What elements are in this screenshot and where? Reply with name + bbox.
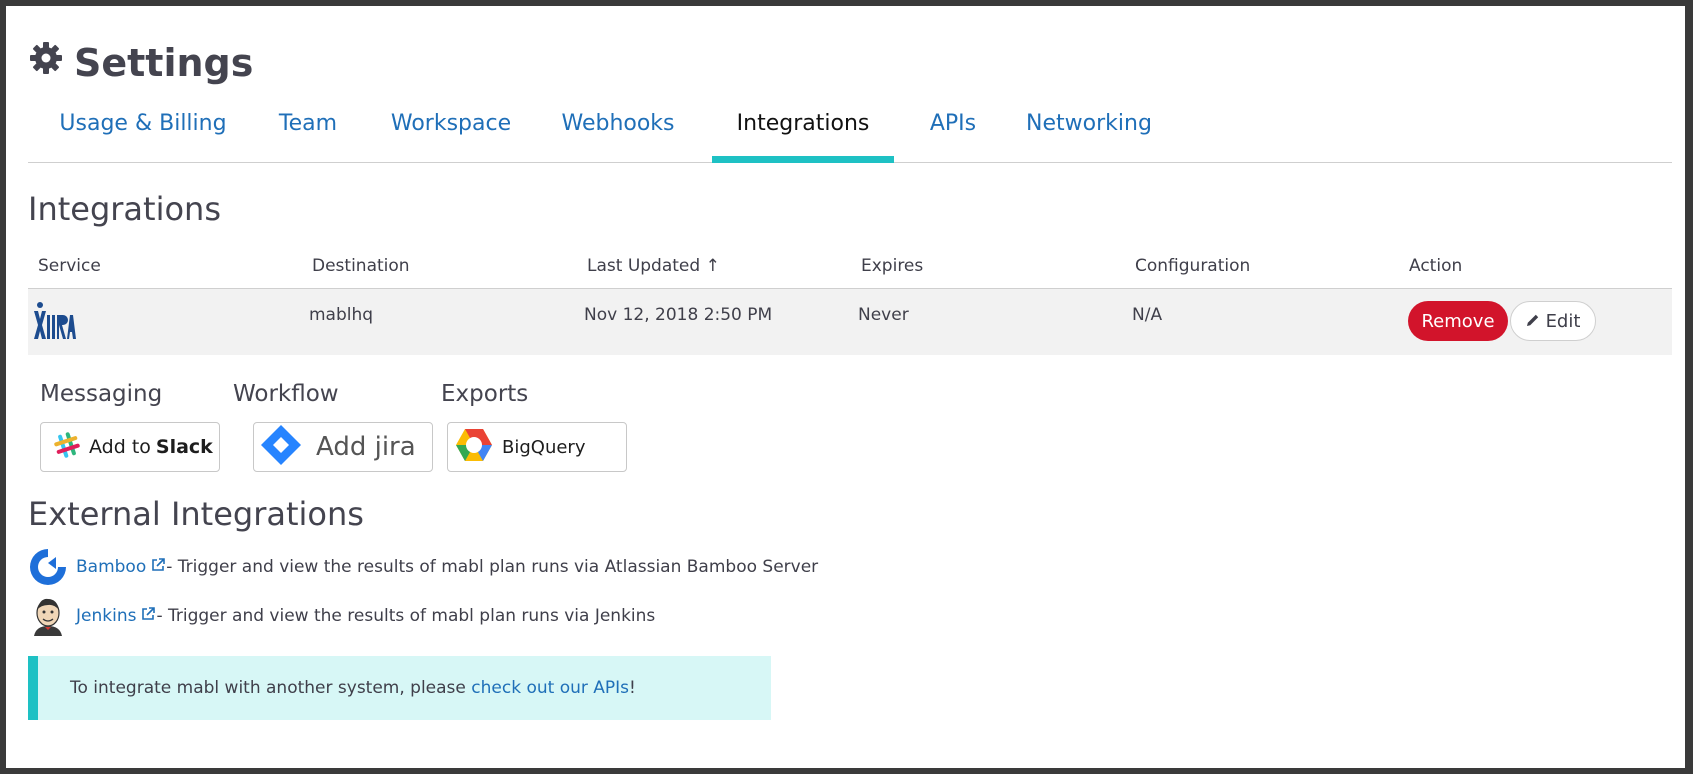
jira-diamond-icon [258, 422, 304, 472]
messaging-label: Messaging [40, 381, 163, 407]
table-row: mablhq Nov 12, 2018 2:50 PM Never N/A Re… [28, 289, 1672, 355]
column-destination[interactable]: Destination [312, 256, 410, 276]
jenkins-description: - Trigger and view the results of mabl p… [156, 606, 656, 626]
tab-networking[interactable]: Networking [1008, 102, 1170, 162]
workflow-label: Workflow [233, 381, 339, 407]
bigquery-label: BigQuery [502, 436, 586, 458]
gear-icon [28, 40, 64, 85]
bamboo-description: - Trigger and view the results of mabl p… [166, 557, 819, 577]
pencil-icon [1526, 311, 1540, 332]
external-item-jenkins: Jenkins - Trigger and view the results o… [28, 596, 655, 636]
integrations-heading: Integrations [28, 190, 221, 228]
add-jira-button[interactable]: Add jira [253, 422, 433, 472]
apis-link[interactable]: check out our APIs [471, 678, 629, 698]
external-item-bamboo: Bamboo - Trigger and view the results of… [28, 547, 818, 587]
add-to-slack-button[interactable]: Add to Slack [40, 422, 220, 472]
jira-logo-icon [32, 299, 76, 345]
column-action[interactable]: Action [1409, 256, 1462, 276]
bigquery-icon [454, 425, 494, 469]
last-updated-cell: Nov 12, 2018 2:50 PM [584, 305, 773, 325]
tab-integrations[interactable]: Integrations [712, 102, 894, 163]
add-jira-label: Add jira [316, 432, 416, 462]
destination-cell: mablhq [309, 305, 374, 325]
page-title-text: Settings [74, 40, 254, 85]
tab-webhooks[interactable]: Webhooks [540, 102, 696, 162]
external-link-icon[interactable] [140, 606, 156, 627]
column-configuration[interactable]: Configuration [1135, 256, 1250, 276]
external-integrations-heading: External Integrations [28, 495, 364, 533]
column-last-updated[interactable]: Last Updated ↑ [587, 256, 720, 276]
configuration-cell: N/A [1132, 305, 1163, 325]
bamboo-link[interactable]: Bamboo [76, 557, 146, 577]
expires-cell: Never [858, 305, 909, 325]
edit-button[interactable]: Edit [1510, 301, 1596, 341]
exports-label: Exports [441, 381, 529, 407]
slack-icon [53, 431, 81, 463]
bigquery-button[interactable]: BigQuery [447, 422, 627, 472]
tab-workspace[interactable]: Workspace [374, 102, 528, 162]
integrations-table: Service Destination Last Updated ↑ Expir… [28, 252, 1672, 355]
page-title: Settings [28, 40, 253, 85]
bamboo-icon [28, 547, 68, 587]
jenkins-link[interactable]: Jenkins [76, 606, 136, 626]
tab-team[interactable]: Team [260, 102, 356, 162]
callout-text: To integrate mabl with another system, p… [70, 678, 472, 698]
table-header: Service Destination Last Updated ↑ Expir… [28, 252, 1672, 289]
add-to-label: Add to [89, 436, 151, 458]
tab-usage-billing[interactable]: Usage & Billing [48, 102, 238, 162]
column-service[interactable]: Service [38, 256, 101, 276]
external-link-icon[interactable] [150, 557, 166, 578]
slack-label: Slack [155, 436, 213, 458]
callout-suffix: ! [629, 678, 636, 698]
jenkins-icon [28, 596, 68, 636]
api-callout: To integrate mabl with another system, p… [28, 656, 771, 720]
settings-window: Settings Usage & Billing Team Workspace … [6, 6, 1685, 768]
tab-apis[interactable]: APIs [916, 102, 990, 162]
edit-label: Edit [1545, 310, 1581, 332]
settings-tabs: Usage & Billing Team Workspace Webhooks … [28, 102, 1672, 163]
column-expires[interactable]: Expires [861, 256, 923, 276]
remove-button[interactable]: Remove [1408, 301, 1508, 341]
